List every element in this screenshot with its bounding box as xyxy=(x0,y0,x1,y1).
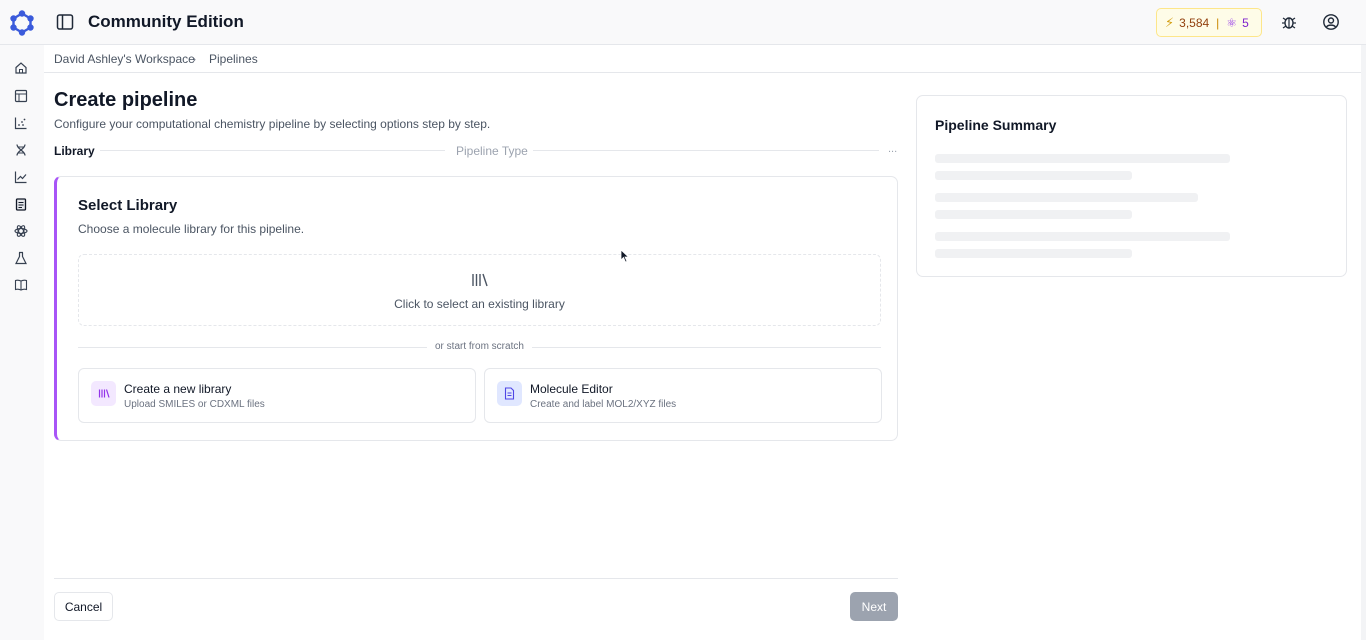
credits-value: 3,584 xyxy=(1179,15,1210,30)
document-icon xyxy=(497,381,522,406)
breadcrumb-workspace[interactable]: David Ashley's Workspace xyxy=(54,52,195,66)
page-subtitle: Configure your computational chemistry p… xyxy=(54,117,491,131)
step-more: ... xyxy=(888,143,898,155)
scatter-chart-icon[interactable] xyxy=(14,116,28,130)
left-nav xyxy=(0,45,44,640)
page-title: Create pipeline xyxy=(54,89,198,111)
divider-text: or start from scratch xyxy=(427,341,532,352)
bug-icon[interactable] xyxy=(1280,13,1298,31)
sidebar-toggle-icon[interactable] xyxy=(56,13,74,31)
credits-separator: | xyxy=(1216,15,1220,30)
breadcrumb-pipelines[interactable]: Pipelines xyxy=(209,52,258,66)
step-connector xyxy=(533,150,879,151)
lightning-icon: ⚡ xyxy=(1165,14,1175,30)
line-chart-icon[interactable] xyxy=(14,170,28,184)
scrollbar[interactable] xyxy=(1361,45,1366,640)
card-subtitle: Choose a molecule library for this pipel… xyxy=(78,222,305,236)
atoms-value: 5 xyxy=(1242,15,1249,30)
skeleton-line xyxy=(935,210,1132,219)
dropzone-text: Click to select an existing library xyxy=(394,297,565,311)
mouse-cursor-icon xyxy=(620,249,630,263)
pipeline-summary-panel: Pipeline Summary xyxy=(916,95,1347,277)
home-icon[interactable] xyxy=(14,61,28,75)
molecule-editor-option[interactable]: Molecule Editor Create and label MOL2/XY… xyxy=(484,368,882,423)
skeleton-line xyxy=(935,232,1230,241)
library-icon xyxy=(472,273,488,287)
app-logo[interactable] xyxy=(9,10,35,36)
option-subtitle: Create and label MOL2/XYZ files xyxy=(530,399,677,410)
atom-nav-icon[interactable] xyxy=(14,224,28,238)
option-title: Create a new library xyxy=(124,382,232,396)
credits-badge[interactable]: ⚡ 3,584 | ⚛ 5 xyxy=(1156,8,1262,37)
app-title: Community Edition xyxy=(88,12,244,31)
cancel-button[interactable]: Cancel xyxy=(54,592,113,621)
book-icon[interactable] xyxy=(14,278,28,292)
select-existing-library[interactable]: Click to select an existing library xyxy=(78,254,881,326)
library-icon xyxy=(91,381,116,406)
step-library[interactable]: Library xyxy=(54,144,95,158)
clipboard-icon[interactable] xyxy=(14,197,28,211)
skeleton-line xyxy=(935,193,1198,202)
step-connector xyxy=(100,150,445,151)
breadcrumb: David Ashley's Workspace › Pipelines xyxy=(44,45,1366,73)
skeleton-line xyxy=(935,154,1230,163)
summary-title: Pipeline Summary xyxy=(935,117,1057,133)
create-new-library-option[interactable]: Create a new library Upload SMILES or CD… xyxy=(78,368,476,423)
select-library-card: Select Library Choose a molecule library… xyxy=(54,176,898,441)
skeleton-line xyxy=(935,171,1132,180)
flask-icon[interactable] xyxy=(14,251,28,265)
option-subtitle: Upload SMILES or CDXML files xyxy=(124,399,265,410)
footer-divider xyxy=(54,578,898,579)
chevron-right-icon: › xyxy=(192,52,196,66)
user-account-icon[interactable] xyxy=(1322,13,1340,31)
skeleton-line xyxy=(935,249,1132,258)
card-title: Select Library xyxy=(78,197,178,214)
option-title: Molecule Editor xyxy=(530,382,613,396)
dna-icon[interactable] xyxy=(14,143,28,157)
table-icon[interactable] xyxy=(14,89,28,103)
step-pipeline-type[interactable]: Pipeline Type xyxy=(456,144,528,158)
atom-icon: ⚛ xyxy=(1226,15,1238,30)
next-button[interactable]: Next xyxy=(850,592,898,621)
top-bar: Community Edition ⚡ 3,584 | ⚛ 5 xyxy=(0,0,1366,45)
